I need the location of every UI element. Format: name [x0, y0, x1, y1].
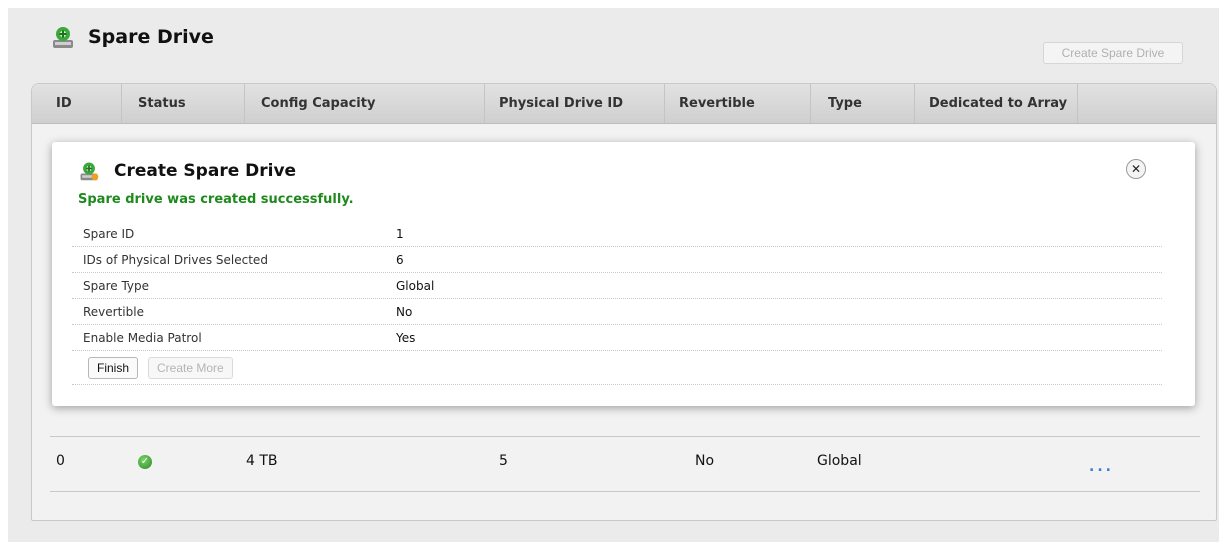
dialog-title: Create Spare Drive [114, 161, 297, 181]
row-divider [50, 491, 1200, 492]
detail-row-physical-drives: IDs of Physical Drives Selected 6 [72, 246, 1162, 273]
detail-value: Yes [396, 331, 416, 345]
spare-drive-icon [53, 27, 73, 48]
detail-label: IDs of Physical Drives Selected [83, 253, 268, 267]
page-header: Spare Drive [50, 24, 214, 50]
cell-type: Global [817, 453, 862, 469]
cell-id: 0 [56, 453, 65, 469]
column-header-type[interactable]: Type [828, 96, 862, 111]
detail-label: Spare Type [83, 279, 150, 293]
more-actions-button[interactable]: ... [1089, 459, 1114, 475]
column-header-status[interactable]: Status [138, 96, 186, 111]
column-divider [810, 84, 811, 123]
ok-check-icon: ✓ [138, 455, 152, 469]
column-header-physical-drive-id[interactable]: Physical Drive ID [499, 96, 623, 111]
close-icon[interactable]: ✕ [1126, 159, 1146, 179]
create-spare-drive-button[interactable]: Create Spare Drive [1043, 42, 1183, 64]
column-divider [121, 84, 122, 123]
column-header-revertible[interactable]: Revertible [679, 96, 755, 111]
row-divider [50, 436, 1200, 437]
success-message: Spare drive was created successfully. [78, 192, 354, 207]
detail-label: Spare ID [83, 227, 135, 241]
cell-physical-drive-id: 5 [499, 453, 508, 469]
detail-value: No [396, 305, 413, 319]
spare-drive-icon [80, 162, 99, 181]
column-divider [664, 84, 665, 123]
column-divider [1077, 84, 1078, 123]
dialog-divider [72, 384, 1162, 385]
cell-revertible: No [695, 453, 715, 469]
create-more-button[interactable]: Create More [148, 357, 233, 379]
detail-row-spare-id: Spare ID 1 [72, 220, 1162, 247]
finish-button[interactable]: Finish [88, 357, 139, 379]
detail-value: 6 [396, 253, 404, 267]
detail-value: Global [396, 279, 435, 293]
detail-label: Enable Media Patrol [83, 331, 202, 345]
detail-row-revertible: Revertible No [72, 298, 1162, 325]
column-divider [244, 84, 245, 123]
page-title: Spare Drive [88, 26, 214, 48]
detail-value: 1 [396, 227, 404, 241]
column-header-id[interactable]: ID [56, 96, 72, 111]
cell-config-capacity: 4 TB [246, 453, 278, 469]
detail-row-spare-type: Spare Type Global [72, 272, 1162, 299]
column-header-config-capacity[interactable]: Config Capacity [261, 96, 375, 111]
detail-row-media-patrol: Enable Media Patrol Yes [72, 324, 1162, 351]
table-header: ID Status Config Capacity Physical Drive… [32, 84, 1216, 124]
detail-label: Revertible [83, 305, 144, 319]
column-divider [914, 84, 915, 123]
column-divider [484, 84, 485, 123]
column-header-dedicated-to-array[interactable]: Dedicated to Array [929, 96, 1067, 111]
dialog-header: Create Spare Drive [78, 160, 296, 182]
create-spare-drive-dialog: Create Spare Drive ✕ Spare drive was cre… [52, 142, 1195, 406]
